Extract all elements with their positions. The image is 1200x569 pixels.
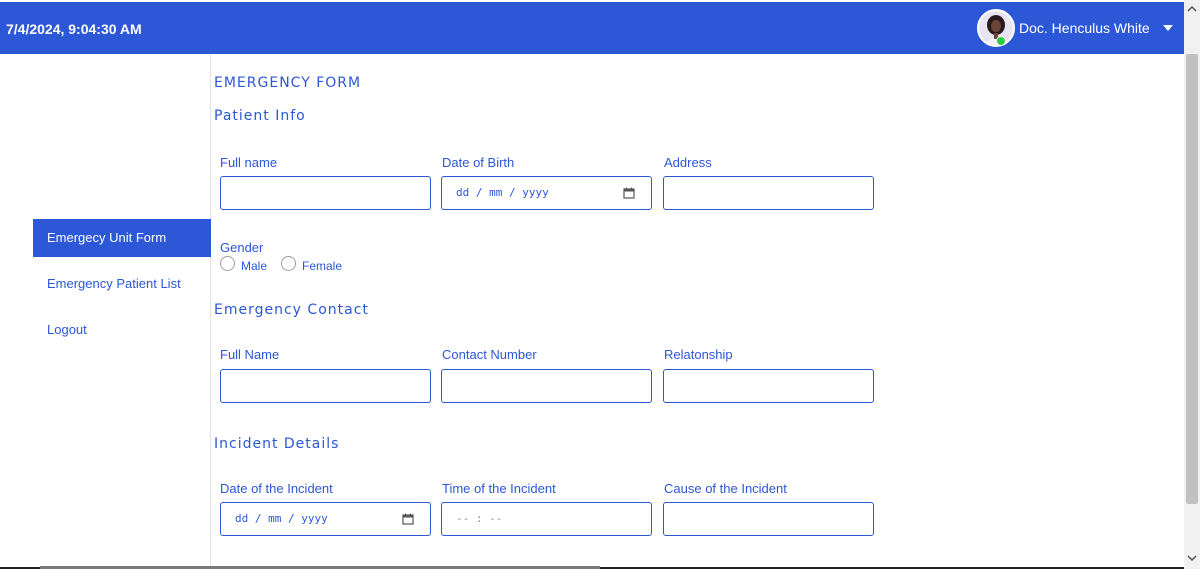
address-label: Address bbox=[664, 155, 712, 170]
calendar-icon[interactable] bbox=[402, 513, 414, 525]
incident-time-placeholder: -- : -- bbox=[456, 512, 503, 525]
scroll-down-icon[interactable] bbox=[1186, 552, 1198, 564]
incident-date-label: Date of the Incident bbox=[220, 481, 333, 496]
dob-label: Date of Birth bbox=[442, 155, 515, 170]
section-heading-emergency-contact: Emergency Contact bbox=[214, 302, 369, 318]
current-datetime: 7/4/2024, 9:04:30 AM bbox=[6, 21, 142, 37]
section-heading-patient-info: Patient Info bbox=[214, 108, 306, 124]
dob-input[interactable]: dd / mm / yyyy bbox=[441, 176, 652, 210]
incident-date-input[interactable]: dd / mm / yyyy bbox=[220, 502, 431, 536]
scrollbar-thumb[interactable] bbox=[1186, 54, 1198, 504]
scroll-up-icon[interactable] bbox=[1186, 3, 1198, 15]
gender-female-radio[interactable] bbox=[281, 256, 296, 271]
incident-time-label: Time of the Incident bbox=[442, 481, 556, 496]
relationship-input[interactable] bbox=[663, 369, 874, 403]
contact-full-name-label: Full Name bbox=[220, 347, 280, 362]
incident-date-placeholder: dd / mm / yyyy bbox=[235, 512, 328, 525]
dob-placeholder: dd / mm / yyyy bbox=[456, 186, 549, 199]
page-title: EMERGENCY FORM bbox=[214, 75, 362, 91]
relationship-label: Relatonship bbox=[664, 347, 733, 362]
gender-male-label[interactable]: Male bbox=[241, 259, 267, 273]
chevron-down-icon[interactable] bbox=[1162, 24, 1174, 32]
sidebar-item-logout[interactable]: Logout bbox=[33, 311, 211, 349]
contact-number-label: Contact Number bbox=[442, 347, 537, 362]
gender-female-label[interactable]: Female bbox=[302, 259, 342, 273]
top-bar: 7/4/2024, 9:04:30 AM Doc. Henculus White bbox=[0, 2, 1184, 54]
incident-time-input[interactable]: -- : -- bbox=[441, 502, 652, 536]
sidebar-item-emergency-patient-list[interactable]: Emergency Patient List bbox=[33, 265, 211, 303]
full-name-input[interactable] bbox=[220, 176, 431, 210]
user-name[interactable]: Doc. Henculus White bbox=[1019, 20, 1150, 36]
full-name-label: Full name bbox=[220, 155, 278, 170]
address-input[interactable] bbox=[663, 176, 874, 210]
online-status-icon bbox=[996, 36, 1006, 46]
contact-number-input[interactable] bbox=[441, 369, 652, 403]
incident-cause-input[interactable] bbox=[663, 502, 874, 536]
incident-cause-label: Cause of the Incident bbox=[664, 481, 787, 496]
section-heading-incident-details: Incident Details bbox=[214, 436, 340, 452]
gender-label: Gender bbox=[220, 240, 264, 255]
gender-male-radio[interactable] bbox=[220, 256, 235, 271]
calendar-icon[interactable] bbox=[623, 187, 635, 199]
sidebar-item-emergency-unit-form[interactable]: Emergecy Unit Form bbox=[33, 219, 211, 257]
contact-full-name-input[interactable] bbox=[220, 369, 431, 403]
